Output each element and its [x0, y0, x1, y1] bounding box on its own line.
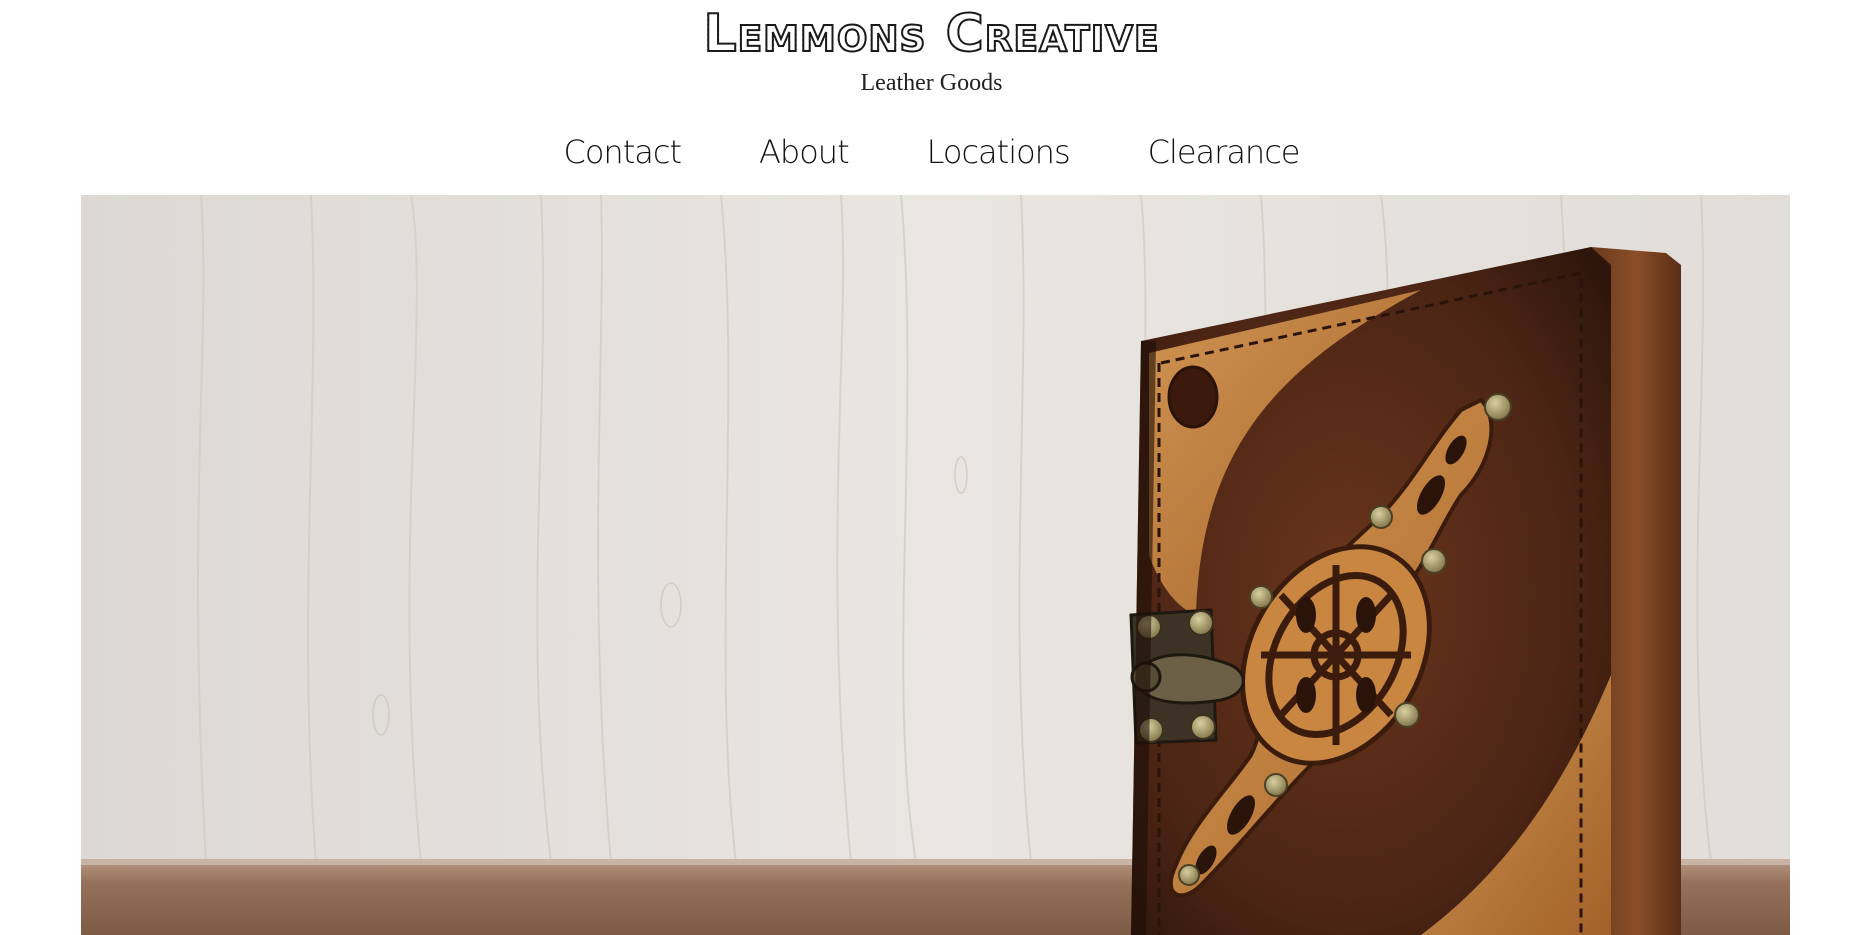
nav-link-about[interactable]: About: [759, 132, 850, 172]
site-header: Lemmons Creative Leather Goods Contact A…: [0, 0, 1863, 195]
page: Lemmons Creative Leather Goods Contact A…: [0, 0, 1863, 935]
leather-journal-illustration: [81, 195, 1790, 935]
nav-link-clearance[interactable]: Clearance: [1148, 132, 1301, 172]
nav-link-contact[interactable]: Contact: [564, 132, 682, 172]
site-title-text: Lemmons Creative: [702, 3, 1160, 65]
nav-link-locations[interactable]: Locations: [927, 132, 1071, 172]
hero-image: [81, 195, 1790, 935]
main-nav: Contact About Locations Clearance: [0, 132, 1863, 172]
site-tagline: Leather Goods: [860, 70, 1003, 96]
site-title[interactable]: Lemmons Creative: [0, 3, 1863, 65]
